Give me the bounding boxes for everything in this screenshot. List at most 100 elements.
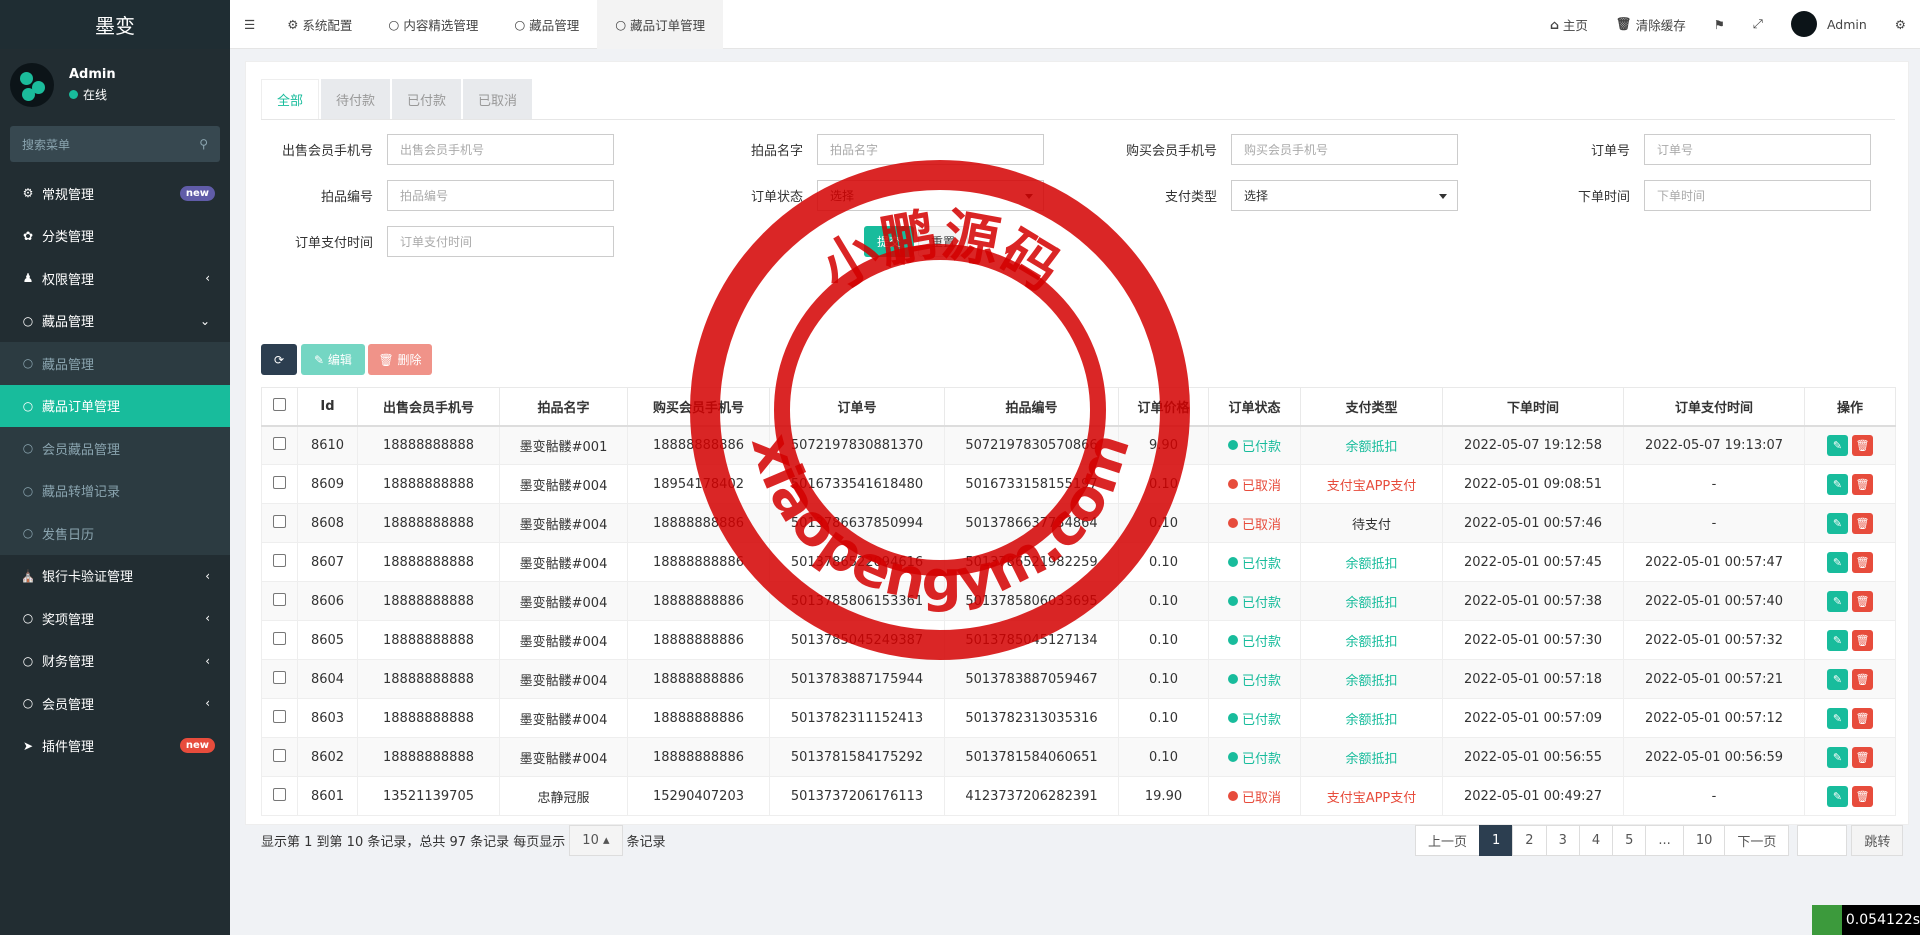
sidebar-item-awards[interactable]: ○ 奖项管理 ‹ [0, 597, 230, 640]
tab-cancelled[interactable]: 已取消 [463, 79, 533, 119]
pay-type-select[interactable]: 选择 [1231, 180, 1458, 211]
item-no-input[interactable]: 拍品编号 [387, 180, 614, 211]
buyer-phone-input[interactable]: 购买会员手机号 [1231, 134, 1458, 165]
edit-button[interactable]: ✎ 编辑 [301, 344, 365, 375]
row-checkbox[interactable] [261, 464, 298, 504]
row-checkbox[interactable] [261, 581, 298, 621]
row-delete-button[interactable]: 🗑 [1852, 707, 1873, 729]
column-header[interactable]: 订单状态 [1208, 387, 1301, 427]
column-header[interactable]: 拍品名字 [499, 387, 628, 427]
sidebar-item-transfer-records[interactable]: ○ 藏品转增记录 [0, 470, 230, 513]
row-delete-button[interactable]: 🗑 [1852, 512, 1873, 534]
column-header[interactable]: 购买会员手机号 [627, 387, 770, 427]
row-checkbox[interactable] [261, 737, 298, 777]
refresh-button[interactable]: ⟳ [261, 344, 297, 375]
sidebar-item-collection-manage[interactable]: ○ 藏品管理 [0, 342, 230, 385]
jump-page-input[interactable] [1797, 825, 1848, 856]
reset-button[interactable]: 重置 [918, 226, 968, 257]
column-header[interactable]: 订单价格 [1118, 387, 1209, 427]
pay-time-input[interactable]: 订单支付时间 [387, 226, 614, 257]
row-delete-button[interactable]: 🗑 [1852, 668, 1873, 690]
table-row[interactable]: 8606 18888888888 墨变骷髅#004 18888888886 501378… [261, 581, 1896, 621]
row-checkbox[interactable] [261, 425, 298, 465]
sidebar-item-collection[interactable]: ○ 藏品管理 ⌄ [0, 300, 230, 343]
page-button[interactable]: 3 [1545, 825, 1580, 856]
row-delete-button[interactable]: 🗑 [1852, 746, 1873, 768]
tab-content-select[interactable]: ○ 内容精选管理 [370, 0, 496, 49]
clear-cache-button[interactable]: 🗑 清除缓存 [1602, 15, 1700, 34]
app-logo[interactable]: 墨变 [0, 0, 230, 49]
row-edit-button[interactable]: ✎ [1827, 746, 1848, 768]
fullscreen-icon[interactable]: ⤢ [1739, 16, 1777, 32]
sidebar-item-finance[interactable]: ○ 财务管理 ‹ [0, 640, 230, 683]
user-menu[interactable]: Admin [1777, 11, 1881, 37]
order-time-input[interactable]: 下单时间 [1644, 180, 1871, 211]
column-header[interactable]: 拍品编号 [944, 387, 1119, 427]
table-row[interactable]: 8604 18888888888 墨变骷髅#004 18888888886 501378… [261, 659, 1896, 699]
tab-all[interactable]: 全部 [261, 79, 320, 119]
jump-button[interactable]: 跳转 [1851, 825, 1904, 856]
page-button[interactable]: 10 [1682, 825, 1726, 856]
page-size-select[interactable]: 10 ▴ [569, 825, 623, 856]
next-page-button[interactable]: 下一页 [1724, 825, 1790, 856]
seller-phone-input[interactable]: 出售会员手机号 [387, 134, 614, 165]
row-checkbox[interactable] [261, 503, 298, 543]
row-delete-button[interactable]: 🗑 [1852, 590, 1873, 612]
column-header[interactable]: 订单支付时间 [1623, 387, 1805, 427]
page-button[interactable]: 2 [1512, 825, 1547, 856]
table-row[interactable]: 8605 18888888888 墨变骷髅#004 18888888886 501378… [261, 620, 1896, 660]
tab-paid[interactable]: 已付款 [392, 79, 462, 119]
sidebar-item-general[interactable]: ⚙ 常规管理 new [0, 172, 230, 215]
row-delete-button[interactable]: 🗑 [1852, 785, 1873, 807]
row-checkbox[interactable] [261, 698, 298, 738]
table-row[interactable]: 8603 18888888888 墨变骷髅#004 18888888886 501378… [261, 698, 1896, 738]
page-button[interactable]: 1 [1479, 825, 1514, 856]
settings-gears-icon[interactable]: ⚙ [1881, 17, 1920, 32]
tab-collection[interactable]: ○ 藏品管理 [496, 0, 597, 49]
table-row[interactable]: 8609 18888888888 墨变骷髅#004 18954178402 501673… [261, 464, 1896, 504]
row-edit-button[interactable]: ✎ [1827, 707, 1848, 729]
column-header[interactable]: 操作 [1804, 387, 1896, 427]
tab-system-config[interactable]: ⚙ 系统配置 [269, 0, 370, 49]
row-edit-button[interactable]: ✎ [1827, 668, 1848, 690]
column-header[interactable]: 下单时间 [1442, 387, 1624, 427]
menu-search-input[interactable]: 搜索菜单 ⚲ [10, 126, 220, 162]
sidebar-item-permission[interactable]: ♟ 权限管理 ‹ [0, 257, 230, 300]
sidebar-item-member-collection[interactable]: ○ 会员藏品管理 [0, 427, 230, 470]
page-button[interactable]: ... [1645, 825, 1684, 856]
table-row[interactable]: 8602 18888888888 墨变骷髅#004 18888888886 501378… [261, 737, 1896, 777]
sidebar-item-bank-card[interactable]: ⛪ 银行卡验证管理 ‹ [0, 555, 230, 598]
column-header[interactable]: Id [297, 387, 358, 427]
table-row[interactable]: 8608 18888888888 墨变骷髅#004 18888888886 501378… [261, 503, 1896, 543]
column-header[interactable]: 订单号 [769, 387, 945, 427]
row-checkbox[interactable] [261, 659, 298, 699]
order-no-input[interactable]: 订单号 [1644, 134, 1871, 165]
row-checkbox[interactable] [261, 620, 298, 660]
row-edit-button[interactable]: ✎ [1827, 590, 1848, 612]
submit-button[interactable]: 提交 [864, 226, 914, 257]
tab-pending[interactable]: 待付款 [321, 79, 391, 119]
row-edit-button[interactable]: ✎ [1827, 512, 1848, 534]
sidebar-item-category[interactable]: ✿ 分类管理 [0, 215, 230, 258]
page-button[interactable]: 4 [1578, 825, 1614, 856]
column-header[interactable]: 支付类型 [1300, 387, 1443, 427]
row-checkbox[interactable] [261, 542, 298, 582]
row-edit-button[interactable]: ✎ [1827, 434, 1848, 456]
table-row[interactable]: 8601 13521139705 忠静冠服 15290407203 5013737206… [261, 776, 1896, 816]
menu-toggle-icon[interactable]: ☰ [230, 0, 269, 49]
row-delete-button[interactable]: 🗑 [1852, 551, 1873, 573]
row-checkbox[interactable] [261, 776, 298, 816]
sidebar-item-members[interactable]: ○ 会员管理 ‹ [0, 682, 230, 725]
select-all-checkbox[interactable] [261, 387, 298, 427]
language-icon[interactable]: ⚑ [1700, 17, 1739, 32]
row-edit-button[interactable]: ✎ [1827, 473, 1848, 495]
prev-page-button[interactable]: 上一页 [1415, 825, 1481, 856]
row-delete-button[interactable]: 🗑 [1852, 434, 1873, 456]
page-button[interactable]: 5 [1612, 825, 1647, 856]
delete-button[interactable]: 🗑 删除 [368, 344, 432, 375]
table-row[interactable]: 8607 18888888888 墨变骷髅#004 18888888886 501378… [261, 542, 1896, 582]
tab-collection-orders[interactable]: ○ 藏品订单管理 [597, 0, 724, 49]
table-row[interactable]: 8610 18888888888 墨变骷髅#001 18888888886 507219… [261, 425, 1896, 465]
column-header[interactable]: 出售会员手机号 [357, 387, 500, 427]
order-status-select[interactable]: 选择 [817, 180, 1044, 211]
